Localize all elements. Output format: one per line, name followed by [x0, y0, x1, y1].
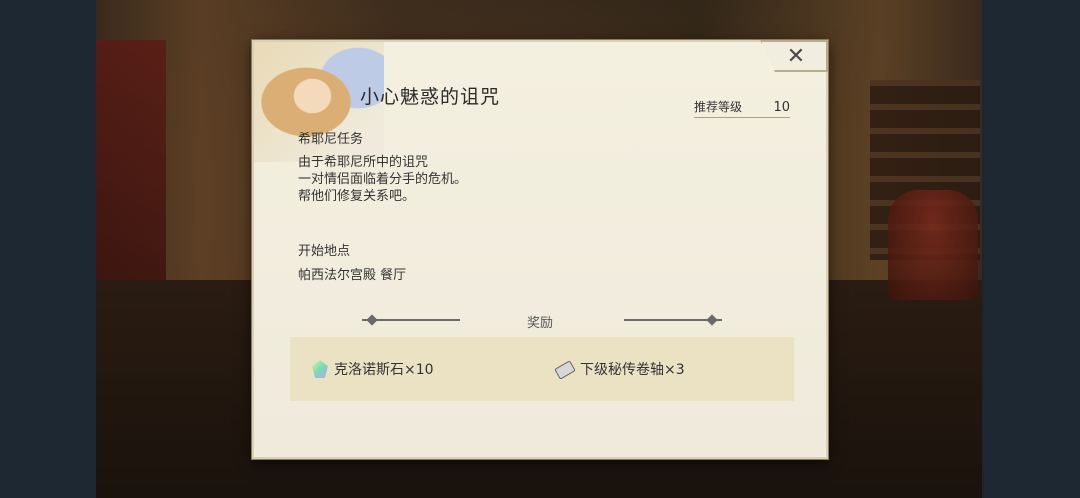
quest-title: 小心魅惑的诅咒: [360, 86, 501, 108]
quest-type: 希耶尼任务: [298, 132, 364, 147]
quest-description: 由于希耶尼所中的诅咒 一对情侣面临着分手的危机。 帮他们修复关系吧。: [298, 154, 467, 205]
reward-box: 克洛诺斯石×10 下级秘传卷轴×3: [290, 337, 794, 401]
description-line: 一对情侣面临着分手的危机。: [298, 172, 468, 187]
scroll-icon: [554, 360, 574, 378]
reward-item-crystal[interactable]: 克洛诺斯石×10: [312, 359, 434, 379]
ornament-right-divider: [624, 319, 722, 321]
right-side-panel: [984, 0, 1080, 498]
quest-dialog: ✕ 小心魅惑的诅咒 推荐等级 10 希耶尼任务 由于希耶尼所中的诅咒 一对情侣面…: [252, 40, 828, 459]
start-location-label: 开始地点: [298, 244, 351, 259]
crystal-icon: [312, 360, 328, 378]
recommended-level: 推荐等级 10: [694, 98, 790, 118]
left-side-panel: [0, 0, 96, 498]
reward-item-scroll[interactable]: 下级秘传卷轴×3: [554, 359, 685, 379]
curtain-decoration: [96, 40, 166, 300]
reward-header: 奖励: [254, 312, 826, 331]
chair-decoration: [888, 190, 978, 300]
recommended-level-label: 推荐等级: [694, 100, 743, 114]
recommended-level-value: 10: [773, 100, 790, 115]
description-line: 由于希耶尼所中的诅咒: [298, 155, 429, 170]
close-icon[interactable]: ✕: [784, 45, 808, 69]
reward-text: 下级秘传卷轴×3: [580, 362, 685, 378]
start-location-value: 帕西法尔宫殿 餐厅: [298, 268, 407, 283]
description-line: 帮他们修复关系吧。: [298, 189, 416, 204]
reward-text: 克洛诺斯石×10: [334, 362, 434, 378]
reward-label: 奖励: [526, 316, 553, 331]
